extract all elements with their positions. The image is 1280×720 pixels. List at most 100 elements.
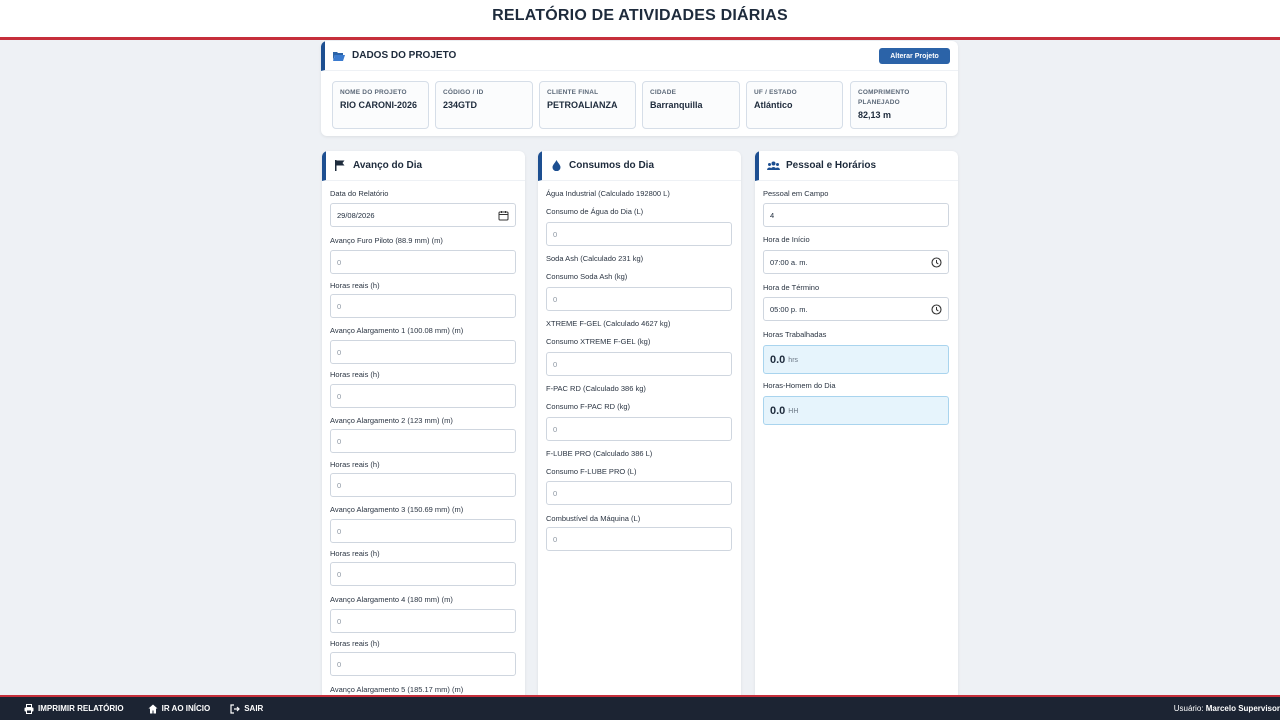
gel-input[interactable]: 0 xyxy=(546,352,732,376)
project-name-box: NOME DO PROJETO RIO CARONI-2026 xyxy=(332,81,429,129)
pilot-hours-input[interactable]: 0 xyxy=(330,294,516,318)
client-value: PETROALIANZA xyxy=(547,100,618,110)
flag-icon xyxy=(333,159,347,173)
pac-calc-label: F-PAC RD (Calculado 386 kg) xyxy=(546,384,646,393)
lube-input[interactable]: 0 xyxy=(546,481,732,505)
go-home-button[interactable]: IR AO INÍCIO xyxy=(148,704,211,714)
go-home-label: IR AO INÍCIO xyxy=(161,704,211,713)
state-box: UF / ESTADO Atlántico xyxy=(746,81,843,129)
city-value: Barranquilla xyxy=(650,100,703,110)
pilot-advance-input[interactable]: 0 xyxy=(330,250,516,274)
clock-icon[interactable] xyxy=(931,304,942,315)
report-date-value: 29/08/2026 xyxy=(337,210,375,220)
pilot-hours-label: Horas reais (h) xyxy=(330,281,380,290)
ream3-advance-label: Avanço Alargamento 3 (150.69 mm) (m) xyxy=(330,505,464,514)
home-icon xyxy=(148,704,158,714)
ream2-advance-input[interactable]: 0 xyxy=(330,429,516,453)
client-box: CLIENTE FINAL PETROALIANZA xyxy=(539,81,636,129)
ream4-advance-label: Avanço Alargamento 4 (180 mm) (m) xyxy=(330,595,453,604)
page-title: RELATÓRIO DE ATIVIDADES DIÁRIAS xyxy=(492,7,788,24)
soda-label: Consumo Soda Ash (kg) xyxy=(546,272,628,281)
ream3-advance-input[interactable]: 0 xyxy=(330,519,516,543)
ream1-advance-input[interactable]: 0 xyxy=(330,340,516,364)
report-date-input[interactable]: 29/08/2026 xyxy=(330,203,516,227)
user-prefix: Usuário: xyxy=(1173,704,1204,713)
client-label: CLIENTE FINAL xyxy=(547,89,599,96)
consumption-card-title: Consumos do Dia xyxy=(569,160,655,171)
user-name: Marcelo Supervisor xyxy=(1205,704,1280,713)
report-date-label: Data do Relatório xyxy=(330,189,389,198)
project-card-header: DADOS DO PROJETO xyxy=(321,41,958,71)
water-calc-label: Água Industrial (Calculado 192800 L) xyxy=(546,189,670,198)
pac-label: Consumo F-PAC RD (kg) xyxy=(546,402,631,411)
staff-card-header: Pessoal e Horários xyxy=(755,151,958,181)
project-name-label: NOME DO PROJETO xyxy=(340,89,407,96)
water-label: Consumo de Água do Dia (L) xyxy=(546,207,644,216)
gel-calc-label: XTREME F-GEL (Calculado 4627 kg) xyxy=(546,319,671,328)
project-card-title: DADOS DO PROJETO xyxy=(352,50,457,61)
length-label: COMPRIMENTO PLANEJADO xyxy=(858,89,910,106)
length-box: COMPRIMENTO PLANEJADO 82,13 m xyxy=(850,81,947,129)
worked-hours-label: Horas Trabalhadas xyxy=(763,330,827,339)
ream1-hours-input[interactable]: 0 xyxy=(330,384,516,408)
fuel-label: Combustível da Máquina (L) xyxy=(546,514,641,523)
people-label: Pessoal em Campo xyxy=(763,189,829,198)
exit-button[interactable]: SAIR xyxy=(230,703,264,714)
pac-input[interactable]: 0 xyxy=(546,417,732,441)
manhours-value: 0.0 xyxy=(770,404,786,417)
exit-label: SAIR xyxy=(244,704,264,713)
lube-calc-label: F-LUBE PRO (Calculado 386 L) xyxy=(546,449,653,458)
manhours-label: Horas-Homem do Dia xyxy=(763,381,836,390)
gel-label: Consumo XTREME F-GEL (kg) xyxy=(546,337,651,346)
current-user: Usuário: Marcelo Supervisor xyxy=(1174,704,1280,713)
consumption-card: Consumos do Dia Água Industrial (Calcula… xyxy=(538,151,741,720)
fuel-input[interactable]: 0 xyxy=(546,527,732,551)
project-code-label: CÓDIGO / ID xyxy=(443,89,484,96)
manhours-display: 0.0 HH xyxy=(763,396,949,425)
start-time-label: Hora de Início xyxy=(763,235,810,244)
ream5-advance-label: Avanço Alargamento 5 (185.17 mm) (m) xyxy=(330,685,464,694)
change-project-button[interactable]: Alterar Projeto xyxy=(879,48,950,64)
staff-card: Pessoal e Horários Pessoal em Campo 4 Ho… xyxy=(755,151,958,720)
city-label: CIDADE xyxy=(650,89,677,96)
consumption-card-header: Consumos do Dia xyxy=(538,151,741,181)
worked-hours-value: 0.0 xyxy=(770,353,786,366)
end-time-label: Hora de Término xyxy=(763,283,820,292)
clock-icon[interactable] xyxy=(931,257,942,268)
staff-card-title: Pessoal e Horários xyxy=(786,160,877,171)
ream4-hours-input[interactable]: 0 xyxy=(330,652,516,676)
printer-icon xyxy=(24,703,34,714)
ream4-advance-input[interactable]: 0 xyxy=(330,609,516,633)
ream2-hours-input[interactable]: 0 xyxy=(330,473,516,497)
project-card: DADOS DO PROJETO Alterar Projeto NOME DO… xyxy=(321,41,958,136)
ream2-advance-label: Avanço Alargamento 2 (123 mm) (m) xyxy=(330,416,453,425)
manhours-unit: HH xyxy=(788,408,799,415)
soda-input[interactable]: 0 xyxy=(546,287,732,311)
soda-calc-label: Soda Ash (Calculado 231 kg) xyxy=(546,254,644,263)
state-label: UF / ESTADO xyxy=(754,89,797,96)
state-value: Atlántico xyxy=(754,100,793,110)
ream3-hours-input[interactable]: 0 xyxy=(330,562,516,586)
project-name-value: RIO CARONI-2026 xyxy=(340,100,418,110)
print-report-button[interactable]: IMPRIMIR RELATÓRIO xyxy=(24,703,124,714)
users-icon xyxy=(766,159,780,173)
ream4-hours-label: Horas reais (h) xyxy=(330,639,380,648)
city-box: CIDADE Barranquilla xyxy=(642,81,740,129)
bottom-bar: IMPRIMIR RELATÓRIO IR AO INÍCIO SAIR Usu… xyxy=(0,695,1280,720)
start-time-value: 07:00 a. m. xyxy=(770,257,808,267)
start-time-input[interactable]: 07:00 a. m. xyxy=(763,250,949,274)
print-report-label: IMPRIMIR RELATÓRIO xyxy=(38,704,124,713)
progress-card: Avanço do Dia Data do Relatório 29/08/20… xyxy=(322,151,525,720)
droplet-icon xyxy=(549,159,563,173)
end-time-input[interactable]: 05:00 p. m. xyxy=(763,297,949,321)
calendar-icon[interactable] xyxy=(498,210,509,221)
people-input[interactable]: 4 xyxy=(763,203,949,227)
pilot-advance-label: Avanço Furo Piloto (88.9 mm) (m) xyxy=(330,236,443,245)
logout-icon xyxy=(230,703,241,714)
project-code-box: CÓDIGO / ID 234GTD xyxy=(435,81,533,129)
ream1-hours-label: Horas reais (h) xyxy=(330,370,380,379)
worked-hours-display: 0.0 hrs xyxy=(763,345,949,374)
ream3-hours-label: Horas reais (h) xyxy=(330,549,380,558)
length-value: 82,13 m xyxy=(858,110,892,120)
water-input[interactable]: 0 xyxy=(546,222,732,246)
